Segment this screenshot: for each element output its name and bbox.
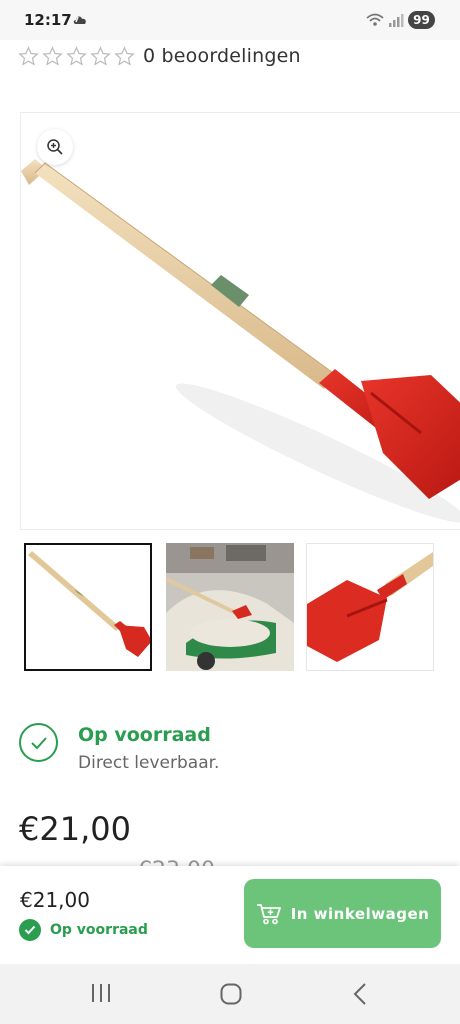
- battery-indicator: 99: [408, 11, 435, 29]
- stock-status-title: Op voorraad: [78, 724, 211, 746]
- add-to-cart-button[interactable]: In winkelwagen: [244, 879, 441, 948]
- sticky-cart-bar: €21,00 Op voorraad In winkelwagen: [0, 866, 460, 964]
- product-main-image[interactable]: [20, 112, 460, 530]
- status-time: 12:17: [24, 11, 72, 29]
- cart-icon: [256, 903, 281, 924]
- star-rating: [18, 45, 135, 67]
- recent-apps-icon[interactable]: [90, 982, 112, 1008]
- stock-status-subtitle: Direct leverbaar.: [78, 753, 220, 773]
- star-icon: [90, 45, 111, 66]
- rating-count: 0 beoordelingen: [143, 45, 301, 67]
- stock-check-icon: [19, 723, 58, 762]
- status-bar: 12:17 99: [0, 0, 460, 40]
- star-icon: [18, 45, 39, 66]
- sticky-price: €21,00: [20, 888, 90, 912]
- star-icon: [114, 45, 135, 66]
- sticky-stock-label: Op voorraad: [50, 922, 148, 938]
- thumbnail-2[interactable]: [166, 543, 294, 671]
- thumbnail-3[interactable]: [306, 543, 434, 671]
- thumbnail-1-selected[interactable]: [24, 543, 152, 671]
- star-icon: [42, 45, 63, 66]
- home-icon[interactable]: [219, 982, 243, 1010]
- star-icon: [66, 45, 87, 66]
- rating-row[interactable]: 0 beoordelingen: [18, 45, 301, 67]
- cloud-icon: [72, 12, 88, 31]
- product-price: €21,00: [19, 810, 131, 848]
- zoom-button[interactable]: [37, 129, 73, 165]
- check-icon: [19, 919, 41, 941]
- system-nav-bar: [0, 964, 460, 1024]
- back-icon[interactable]: [350, 982, 370, 1010]
- add-to-cart-label: In winkelwagen: [290, 904, 430, 923]
- zoom-in-icon: [47, 139, 63, 155]
- sticky-stock-status: Op voorraad: [19, 919, 148, 941]
- signal-icon: [366, 12, 404, 32]
